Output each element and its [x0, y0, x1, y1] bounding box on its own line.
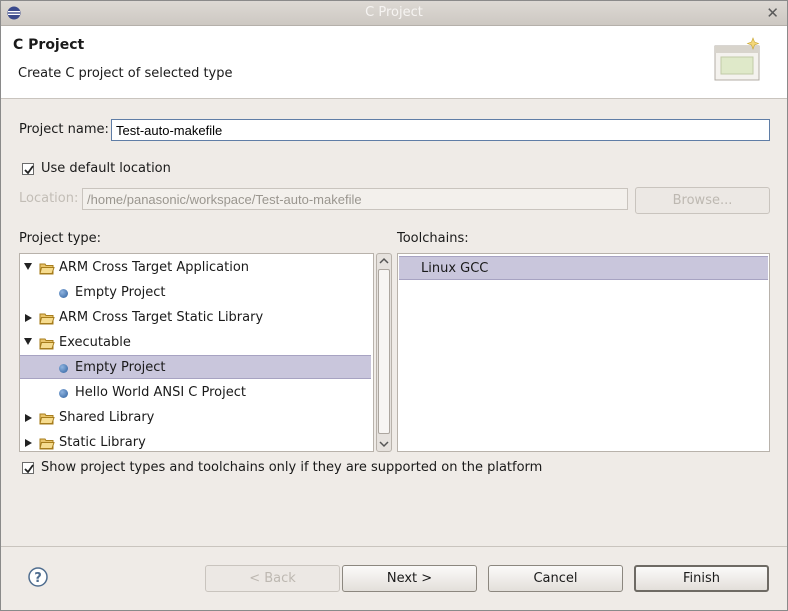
new-project-wizard-icon [714, 37, 760, 81]
project-type-bullet-icon [59, 289, 68, 298]
page-title: C Project [13, 37, 85, 53]
collapsed-arrow-icon[interactable] [25, 414, 32, 422]
collapsed-arrow-icon[interactable] [25, 439, 32, 447]
next-button[interactable]: Next > [342, 565, 477, 592]
use-default-location-checkbox[interactable] [22, 163, 34, 175]
scroll-down-arrow-icon[interactable] [377, 437, 391, 451]
dialog-window: C Project ✕ C Project Create C project o… [0, 0, 788, 611]
browse-button[interactable]: Browse... [635, 187, 770, 214]
folder-open-icon [39, 438, 55, 450]
tree-item-empty-project-selected[interactable]: Empty Project [20, 355, 371, 379]
project-type-label: Project type: [19, 231, 102, 246]
checkmark-icon [24, 165, 34, 175]
back-button[interactable]: < Back [205, 565, 340, 592]
toolchains-label: Toolchains: [397, 231, 469, 246]
svg-text:?: ? [34, 571, 42, 586]
toolchain-item-label: Linux GCC [421, 261, 489, 276]
folder-open-icon [39, 338, 55, 350]
wizard-header: C Project Create C project of selected t… [1, 26, 787, 99]
cancel-button[interactable]: Cancel [488, 565, 623, 592]
tree-item-label: Executable [59, 335, 131, 350]
finish-button[interactable]: Finish [634, 565, 769, 592]
tree-item-label: Shared Library [59, 410, 155, 425]
project-name-input[interactable] [111, 119, 770, 141]
tree-item-hello-world-ansi-c-project[interactable]: Hello World ANSI C Project [20, 381, 371, 405]
toolchains-list[interactable]: Linux GCC [397, 253, 770, 452]
tree-item-static-library[interactable]: Static Library [20, 431, 371, 455]
collapsed-arrow-icon[interactable] [25, 314, 32, 322]
folder-open-icon [39, 263, 55, 275]
tree-item-label: Empty Project [75, 360, 166, 375]
tree-item-shared-library[interactable]: Shared Library [20, 406, 371, 430]
tree-item-arm-cross-target-application[interactable]: ARM Cross Target Application [20, 256, 371, 280]
location-input[interactable] [82, 188, 628, 210]
scroll-up-arrow-icon[interactable] [377, 254, 391, 268]
project-name-label: Project name: [19, 122, 109, 137]
project-type-bullet-icon [59, 364, 68, 373]
project-type-tree[interactable]: ARM Cross Target Application Empty Proje… [19, 253, 374, 452]
tree-item-label: Hello World ANSI C Project [75, 385, 246, 400]
expanded-arrow-icon[interactable] [24, 263, 32, 270]
location-label: Location: [19, 191, 79, 206]
title-bar[interactable]: C Project ✕ [1, 1, 787, 26]
page-subtitle: Create C project of selected type [18, 66, 233, 81]
filter-supported-label: Show project types and toolchains only i… [41, 460, 543, 475]
tree-item-empty-project[interactable]: Empty Project [20, 281, 371, 305]
checkmark-icon [24, 464, 34, 474]
folder-open-icon [39, 413, 55, 425]
tree-item-label: ARM Cross Target Static Library [59, 310, 264, 325]
close-icon[interactable]: ✕ [766, 4, 779, 22]
tree-item-arm-cross-target-static-library[interactable]: ARM Cross Target Static Library [20, 306, 371, 330]
expanded-arrow-icon[interactable] [24, 338, 32, 345]
filter-supported-checkbox[interactable] [22, 462, 34, 474]
scrollbar-thumb[interactable] [378, 269, 390, 434]
folder-open-icon [39, 313, 55, 325]
tree-item-executable[interactable]: Executable [20, 331, 371, 355]
project-type-bullet-icon [59, 389, 68, 398]
project-type-scrollbar[interactable] [376, 253, 392, 452]
tree-item-label: Empty Project [75, 285, 166, 300]
tree-item-label: Static Library [59, 435, 146, 450]
button-bar-separator [1, 546, 787, 547]
toolchain-item-linux-gcc[interactable]: Linux GCC [399, 256, 768, 280]
help-icon[interactable]: ? [28, 567, 48, 587]
window-title: C Project [365, 5, 423, 20]
tree-item-label: ARM Cross Target Application [59, 260, 250, 275]
use-default-location-label: Use default location [41, 161, 171, 176]
